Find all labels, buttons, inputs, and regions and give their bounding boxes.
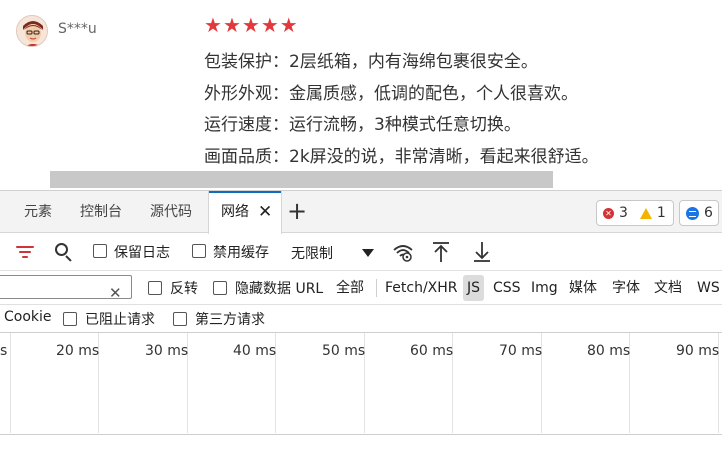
filter-toolbar-2: Cookie 已阻止请求 第三方请求 (0, 305, 722, 333)
network-conditions-icon[interactable] (392, 242, 414, 262)
filter-js[interactable]: JS (463, 275, 485, 301)
tab-elements[interactable]: 元素 (24, 191, 52, 233)
invert-label: 反转 (170, 281, 198, 297)
warning-count-value: 1 (656, 205, 666, 221)
review-line: 包装保护：2层纸箱，内有海绵包裹很安全。 (204, 52, 538, 72)
disable-cache-label: 禁用缓存 (213, 245, 269, 261)
message-icon (686, 206, 699, 220)
timeline-tick-label: 90 ms (676, 343, 720, 359)
blocked-requests-checkbox[interactable] (63, 312, 77, 326)
error-count: ✕ 3 (597, 205, 634, 221)
review-line: 外形外观：金属质感，低调的配色，个人很喜欢。 (204, 83, 578, 104)
star-icon: ★ (279, 13, 298, 37)
review-section: S***u ★ ★ ★ ★ ★ 包装保护：2层纸箱，内有海绵包裹很安全。 外形外… (0, 0, 722, 190)
disable-cache-checkbox[interactable] (192, 244, 206, 258)
devtools-panel: 元素 控制台 源代码 网络 ✕ + ✕ 3 1 6 保留日志 禁用缓存 无限制 … (0, 190, 722, 476)
throttling-value: 无限制 (291, 246, 333, 262)
filter-toolbar: ✕ 反转 隐藏数据 URL 全部 Fetch/XHR JS CSS Img 媒体… (0, 271, 722, 305)
issues-badge[interactable]: ✕ 3 1 (596, 200, 674, 226)
invert-checkbox[interactable] (148, 281, 162, 295)
timeline-tick-label: 50 ms (322, 343, 366, 359)
timeline-tick (10, 333, 11, 433)
filter-css[interactable]: CSS (493, 275, 521, 301)
username: S***u (58, 21, 97, 37)
filter-icon[interactable] (16, 244, 34, 260)
warning-icon (639, 207, 652, 219)
review-text: 包装保护：2层纸箱，内有海绵包裹很安全。 外形外观：金属质感，低调的配色，个人很… (204, 49, 599, 175)
network-toolbar: 保留日志 禁用缓存 无限制 (0, 233, 722, 271)
import-har-icon[interactable] (432, 241, 450, 263)
timeline-tick-label: s (0, 343, 8, 359)
star-icon: ★ (241, 13, 260, 37)
timeline-tick-label: 80 ms (587, 343, 631, 359)
message-count-value: 6 (704, 205, 713, 221)
error-icon: ✕ (603, 207, 614, 219)
timeline-tick-label: 30 ms (145, 343, 189, 359)
user-avatar[interactable] (16, 15, 48, 47)
clear-icon[interactable]: ✕ (109, 281, 122, 305)
cookie-filter-label: Cookie (4, 309, 52, 325)
tab-sources[interactable]: 源代码 (150, 191, 192, 233)
review-line: 运行速度：运行流畅，3种模式任意切换。 (204, 115, 521, 135)
timeline-tick-label: 40 ms (233, 343, 277, 359)
preserve-log-label: 保留日志 (114, 245, 170, 261)
network-overview-timeline[interactable]: s 20 ms 30 ms 40 ms 50 ms 60 ms 70 ms 80… (0, 333, 722, 435)
separator (376, 279, 377, 297)
plus-icon[interactable]: + (287, 191, 307, 233)
star-icon: ★ (204, 13, 222, 37)
caret-down-icon (362, 249, 374, 257)
close-tab-icon[interactable]: ✕ (258, 191, 272, 233)
messages-badge[interactable]: 6 (679, 200, 719, 226)
star-icon: ★ (260, 13, 279, 37)
horizontal-scrollbar-thumb[interactable] (50, 171, 553, 188)
filter-ws[interactable]: WS (697, 275, 720, 301)
hide-data-urls-label: 隐藏数据 URL (235, 281, 324, 297)
warning-count: 1 (634, 205, 672, 221)
filter-img[interactable]: Img (531, 275, 558, 301)
error-count-value: 3 (619, 205, 628, 221)
blocked-requests-label: 已阻止请求 (85, 312, 155, 328)
filter-doc[interactable]: 文档 (654, 275, 682, 301)
timeline-tick-label: 70 ms (499, 343, 543, 359)
message-count: 6 (680, 205, 719, 221)
search-icon[interactable] (55, 243, 73, 262)
tab-network-label: 网络 (221, 204, 249, 220)
third-party-label: 第三方请求 (195, 312, 265, 328)
filter-all[interactable]: 全部 (336, 275, 364, 301)
filter-media[interactable]: 媒体 (569, 275, 597, 301)
devtools-tabbar: 元素 控制台 源代码 网络 ✕ + ✕ 3 1 6 (0, 191, 722, 234)
third-party-checkbox[interactable] (173, 312, 187, 326)
hide-data-urls-checkbox[interactable] (213, 281, 227, 295)
rating-stars: ★ ★ ★ ★ ★ (204, 14, 298, 36)
filter-font[interactable]: 字体 (612, 275, 640, 301)
tab-console[interactable]: 控制台 (80, 191, 122, 233)
preserve-log-checkbox[interactable] (93, 244, 107, 258)
timeline-tick-label: 60 ms (410, 343, 454, 359)
throttling-select[interactable]: 无限制 (282, 238, 382, 266)
filter-fetch-xhr[interactable]: Fetch/XHR (385, 275, 458, 301)
star-icon: ★ (222, 13, 241, 37)
filter-input[interactable]: ✕ (0, 275, 132, 302)
timeline-tick-label: 20 ms (56, 343, 100, 359)
export-har-icon[interactable] (473, 241, 491, 263)
